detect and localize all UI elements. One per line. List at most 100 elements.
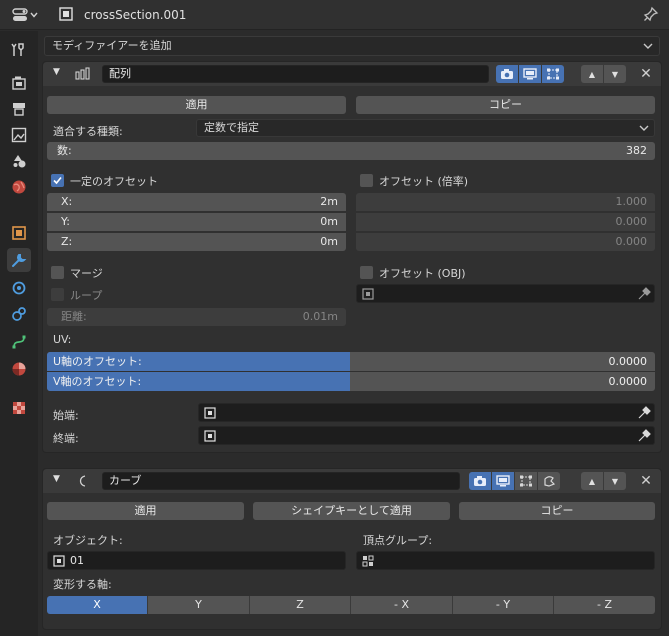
eyedropper-icon[interactable] <box>637 406 651 420</box>
end-cap-field[interactable] <box>198 426 655 445</box>
toggle-render-button[interactable] <box>469 472 491 490</box>
tab-scene[interactable] <box>7 149 31 173</box>
fit-type-dropdown[interactable]: 定数で指定 <box>196 119 655 137</box>
fit-type-value: 定数で指定 <box>204 121 259 134</box>
edit-mode-icon <box>520 475 532 487</box>
constant-offset-x-field[interactable]: X: 2m <box>47 193 346 211</box>
modifier-properties: モディファイアーを追加 ▼ 配列 ▲ ▼ ✕ 適用 コピー 適合する種類: 定数… <box>38 31 669 636</box>
eyedropper-icon[interactable] <box>637 429 651 443</box>
axis-y-button[interactable]: Y <box>148 596 250 614</box>
v-offset-value: 0.0000 <box>608 375 648 388</box>
eyedropper-icon[interactable] <box>637 287 651 301</box>
tab-view-layer[interactable] <box>7 123 31 147</box>
tab-texture[interactable] <box>7 396 31 420</box>
apply-as-shape-key-button[interactable]: シェイプキーとして適用 <box>253 502 450 520</box>
remove-modifier-button[interactable]: ✕ <box>638 65 654 83</box>
relative-offset-checkbox[interactable] <box>360 174 373 187</box>
loop-checkbox[interactable] <box>51 288 64 301</box>
tab-particles[interactable] <box>7 276 31 300</box>
tab-physics[interactable] <box>7 302 31 326</box>
relative-offset-y-field[interactable]: 0.000 <box>356 213 655 231</box>
axis-neg-y-button[interactable]: - Y <box>453 596 554 614</box>
tab-modifiers[interactable] <box>7 248 31 272</box>
tab-material[interactable] <box>7 357 31 381</box>
array-modifier-name: 配列 <box>109 67 131 80</box>
offset-object-field[interactable] <box>356 284 655 303</box>
tab-render[interactable] <box>7 71 31 95</box>
relative-y-value: 0.000 <box>615 215 648 228</box>
vertex-group-field[interactable] <box>356 551 655 570</box>
toggle-on-cage-button[interactable] <box>538 472 560 490</box>
move-down-button[interactable]: ▼ <box>604 65 626 83</box>
relative-offset-x-field[interactable]: 1.000 <box>356 193 655 211</box>
toggle-render-button[interactable] <box>496 65 518 83</box>
collapse-arrow-icon[interactable]: ▼ <box>53 474 60 484</box>
copy-button[interactable]: コピー <box>459 502 655 520</box>
toggle-viewport-button[interactable] <box>519 65 541 83</box>
triangle-up-icon: ▲ <box>588 476 596 486</box>
distance-value: 0.01m <box>302 310 338 323</box>
chevron-down-icon <box>643 43 653 49</box>
toggle-viewport-button[interactable] <box>492 472 514 490</box>
copy-button[interactable]: コピー <box>356 96 655 114</box>
merge-checkbox[interactable] <box>51 266 64 279</box>
collapse-arrow-icon[interactable]: ▼ <box>53 67 60 77</box>
loop-label: ループ <box>70 289 103 302</box>
toggle-editmode-button[interactable] <box>515 472 537 490</box>
object-offset-label: オフセット (OBJ) <box>379 267 466 280</box>
editor-type-button[interactable] <box>6 5 44 25</box>
move-down-button[interactable]: ▼ <box>604 472 626 490</box>
apply-button[interactable]: 適用 <box>47 502 244 520</box>
move-up-button[interactable]: ▲ <box>581 472 603 490</box>
axis-x-button[interactable]: X <box>47 596 148 614</box>
axis-neg-x-button[interactable]: - X <box>351 596 453 614</box>
axis-neg-z-button[interactable]: - Z <box>554 596 655 614</box>
start-cap-field[interactable] <box>198 403 655 422</box>
curve-data-icon <box>12 335 26 349</box>
constant-offset-y-field[interactable]: Y: 0m <box>47 213 346 231</box>
edit-mode-icon <box>547 68 559 80</box>
u-offset-value: 0.0000 <box>608 355 648 368</box>
properties-tabs-sidebar <box>0 31 38 636</box>
object-icon <box>53 555 65 567</box>
tab-object[interactable] <box>7 221 31 245</box>
tool-icon <box>11 43 24 56</box>
curve-modifier-panel: ▼ カーブ ▲ ▼ ✕ 適用 シェイプキーとして適用 コピー オブジェクト: 頂… <box>42 468 662 630</box>
v-offset-slider[interactable]: V軸のオフセット: 0.0000 <box>47 372 655 391</box>
vertex-group-icon <box>362 555 374 567</box>
camera-icon <box>501 69 513 79</box>
curve-modifier-name-field[interactable]: カーブ <box>102 472 460 490</box>
pin-icon[interactable] <box>643 6 659 22</box>
tab-object-data[interactable] <box>7 330 31 354</box>
material-icon <box>12 362 26 376</box>
add-modifier-label: モディファイアーを追加 <box>52 39 172 52</box>
array-modifier-header: ▼ 配列 ▲ ▼ ✕ <box>43 62 661 86</box>
remove-modifier-button[interactable]: ✕ <box>638 472 654 490</box>
tab-world[interactable] <box>7 175 31 199</box>
move-up-button[interactable]: ▲ <box>581 65 603 83</box>
view-layer-icon <box>11 127 27 143</box>
toggle-editmode-button[interactable] <box>542 65 564 83</box>
constant-offset-checkbox[interactable] <box>51 174 64 187</box>
close-icon: ✕ <box>640 473 652 489</box>
merge-distance-field[interactable]: 距離: 0.01m <box>47 308 346 326</box>
deform-axis-selector: X Y Z - X - Y - Z <box>47 596 655 614</box>
relative-offset-z-field[interactable]: 0.000 <box>356 233 655 251</box>
tab-tool[interactable] <box>7 38 31 62</box>
axis-z-button[interactable]: Z <box>250 596 351 614</box>
curve-modifier-name: カーブ <box>109 474 142 487</box>
constant-offset-z-field[interactable]: Z: 0m <box>47 233 346 251</box>
apply-button[interactable]: 適用 <box>47 96 346 114</box>
y-label: Y: <box>61 215 70 228</box>
add-modifier-dropdown[interactable]: モディファイアーを追加 <box>44 36 660 56</box>
object-offset-checkbox[interactable] <box>360 266 373 279</box>
checkmark-icon <box>53 176 62 185</box>
triangle-down-icon: ▼ <box>611 69 619 79</box>
curve-object-field[interactable]: 01 <box>47 551 346 570</box>
u-offset-slider[interactable]: U軸のオフセット: 0.0000 <box>47 352 655 371</box>
y-value: 0m <box>320 215 338 228</box>
array-modifier-name-field[interactable]: 配列 <box>102 65 489 83</box>
tab-output[interactable] <box>7 97 31 121</box>
scene-icon <box>13 155 26 168</box>
count-field[interactable]: 数: 382 <box>47 142 655 160</box>
